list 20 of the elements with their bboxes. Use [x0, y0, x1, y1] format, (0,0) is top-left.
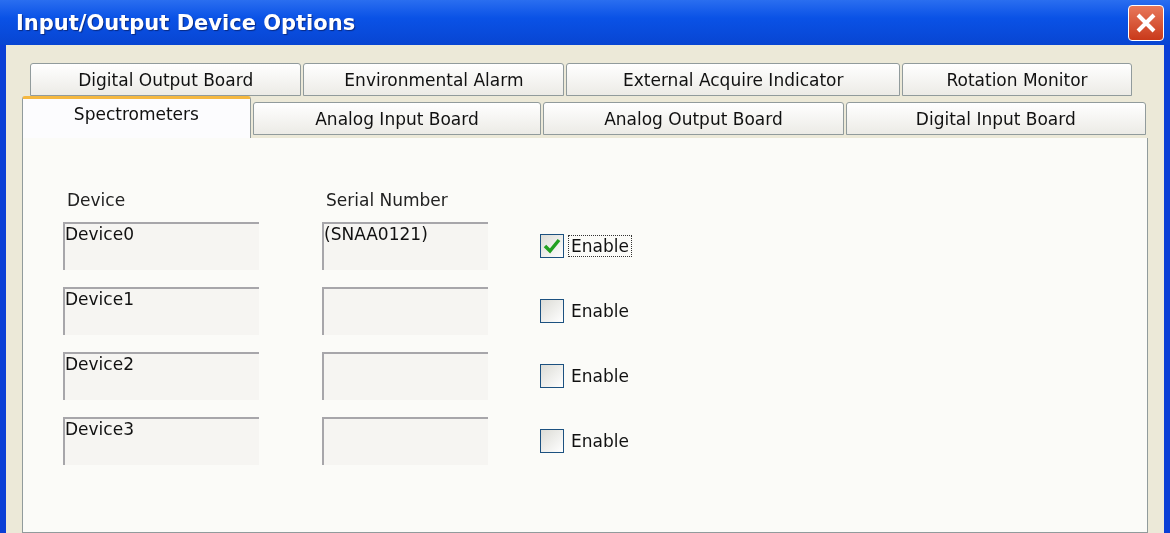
- tab[interactable]: External Acquire Indicator: [566, 63, 901, 96]
- enable-checkbox[interactable]: Enable: [540, 234, 660, 258]
- tab[interactable]: Rotation Monitor: [902, 63, 1132, 96]
- tab[interactable]: Digital Output Board: [30, 63, 302, 96]
- device-field[interactable]: Device3: [63, 417, 259, 465]
- column-label: Device: [66, 190, 127, 210]
- enable-checkbox[interactable]: Enable: [540, 364, 660, 388]
- device-field[interactable]: Device2: [63, 352, 259, 400]
- tab[interactable]: Analog Output Board: [543, 102, 844, 135]
- column-label: Serial Number: [325, 190, 449, 210]
- tab[interactable]: Spectrometers: [22, 96, 251, 138]
- tab[interactable]: Environmental Alarm: [303, 63, 565, 96]
- enable-checkbox[interactable]: Enable: [540, 429, 660, 453]
- serial-field[interactable]: (SNAA0121): [322, 222, 488, 270]
- device-field[interactable]: Device0: [63, 222, 259, 270]
- device-field[interactable]: Device1: [63, 287, 259, 335]
- tab[interactable]: Digital Input Board: [845, 102, 1146, 135]
- window-title: Input/Output Device Options: [16, 10, 356, 35]
- enable-checkbox[interactable]: Enable: [540, 299, 660, 323]
- tab[interactable]: Analog Input Board: [252, 102, 542, 135]
